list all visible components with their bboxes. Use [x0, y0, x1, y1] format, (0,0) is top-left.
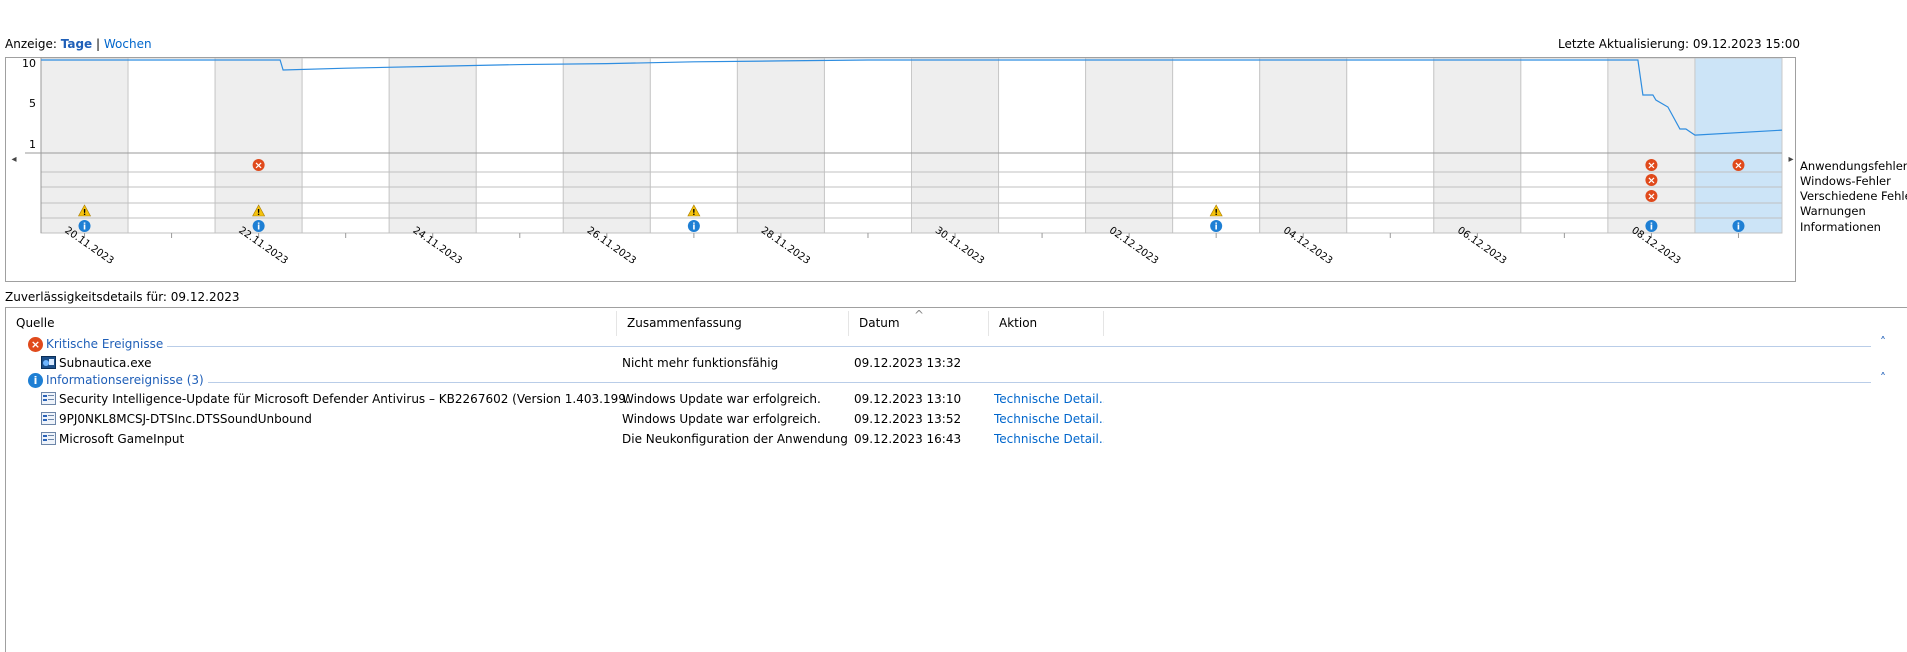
info-icon-glyph: i	[1737, 223, 1740, 233]
view-label: Anzeige:	[5, 37, 57, 51]
day-column[interactable]	[1607, 58, 1696, 234]
details-title: Zuverlässigkeitsdetails für: 09.12.2023	[5, 290, 240, 304]
column-header-source[interactable]: Quelle	[6, 311, 617, 336]
cell-source: Subnautica.exe	[59, 356, 152, 370]
warning-icon-glyph: !	[83, 208, 87, 217]
group-divider	[207, 382, 1871, 383]
critical-icon: ×	[28, 337, 43, 352]
y-tick-label: 10	[22, 58, 36, 70]
info-icon: i	[28, 373, 43, 388]
view-toggle: Anzeige: Tage | Wochen	[5, 37, 152, 51]
collapse-chevron-icon[interactable]: ˄	[1880, 335, 1886, 349]
group-divider	[167, 346, 1871, 347]
day-column[interactable]	[823, 58, 913, 234]
view-days-link[interactable]: Tage	[61, 37, 92, 51]
cell-date: 09.12.2023 16:43	[854, 432, 962, 446]
day-column[interactable]	[998, 58, 1087, 234]
info-icon-glyph: i	[1215, 223, 1218, 233]
app-icon	[41, 356, 56, 369]
error-icon-glyph: ×	[1647, 192, 1655, 203]
y-tick-label: 1	[29, 138, 36, 151]
day-column[interactable]	[301, 58, 390, 234]
details-table: Quelle Zusammenfassung Datum ^ Aktion × Kr…	[5, 307, 1907, 652]
sort-ascending-icon: ^	[914, 308, 925, 322]
warning-icon-glyph: !	[257, 208, 261, 217]
row-label-info: Informationen	[1800, 220, 1881, 234]
group-title: Informationsereignisse (3)	[46, 373, 204, 387]
last-update-text: Letzte Aktualisierung: 09.12.2023 15:00	[1558, 37, 1800, 51]
day-column[interactable]	[127, 58, 216, 234]
day-column[interactable]	[1259, 58, 1348, 234]
cell-date: 09.12.2023 13:10	[854, 392, 962, 406]
day-column[interactable]	[736, 58, 825, 234]
y-tick-label: 5	[29, 97, 36, 110]
update-icon	[41, 432, 56, 445]
view-separator: |	[96, 37, 101, 51]
day-column[interactable]	[1346, 58, 1435, 234]
table-row[interactable]: Subnautica.exe Nicht mehr funktionsfähig 0…	[6, 353, 1901, 373]
cell-source: Microsoft GameInput	[59, 432, 185, 446]
day-column[interactable]	[1520, 58, 1609, 234]
error-icon-glyph: ×	[1734, 161, 1742, 172]
cell-action[interactable]: Technische Detail...	[994, 392, 1104, 406]
cell-summary: Windows Update war erfolgreich.	[622, 412, 821, 426]
column-header-date-label: Datum	[859, 316, 900, 330]
row-label-warnings: Warnungen	[1800, 204, 1866, 218]
info-icon-glyph: i	[1650, 223, 1653, 233]
day-column[interactable]	[1085, 58, 1174, 234]
reliability-chart: 10 5 1 × × × × ×!!!! i i i i i i 20.11.2023 22.11.2023 2…	[5, 57, 1796, 282]
row-label-misc-errors: Verschiedene Fehler	[1800, 189, 1907, 203]
scroll-right-button[interactable]: ▸	[1788, 154, 1793, 165]
column-header-date[interactable]: Datum ^	[849, 308, 989, 336]
info-icon-glyph: i	[83, 223, 86, 233]
update-icon	[41, 392, 56, 405]
error-icon-glyph: ×	[1647, 176, 1655, 187]
table-row[interactable]: Security Intelligence-Update für Microso…	[6, 389, 1901, 409]
day-column[interactable]	[562, 58, 651, 234]
reliability-chart-svg[interactable]: 1051× × ×××!!! !i i i i i i20.11.2023 22.11.2023 2…	[6, 58, 1797, 283]
error-icon-glyph: ×	[254, 161, 262, 172]
day-column[interactable]	[1694, 58, 1783, 234]
error-icon-glyph: ×	[1647, 161, 1655, 172]
info-icon-glyph: i	[692, 223, 695, 233]
table-row[interactable]: 9PJ0NKL8MCSJ-DTSInc.DTSSoundUnbound Windo…	[6, 409, 1901, 429]
day-column[interactable]	[475, 58, 564, 234]
row-label-app-errors: Anwendungsfehler	[1800, 159, 1907, 173]
row-label-windows-errors: Windows-Fehler	[1800, 174, 1891, 188]
cell-action[interactable]: Technische Detail...	[994, 432, 1104, 446]
cell-date: 09.12.2023 13:52	[854, 412, 962, 426]
group-title: Kritische Ereignisse	[46, 337, 164, 351]
cell-summary: Nicht mehr funktionsfähig	[622, 356, 779, 370]
warning-icon-glyph: !	[1214, 208, 1218, 217]
column-header-summary[interactable]: Zusammenfassung	[617, 311, 849, 336]
cell-summary: Die Neukonfiguration der Anwendung ...	[622, 432, 847, 446]
day-column[interactable]	[388, 58, 477, 234]
cell-date: 09.12.2023 13:32	[854, 356, 962, 370]
update-icon	[41, 412, 56, 425]
cell-action[interactable]: Technische Detail...	[994, 412, 1104, 426]
cell-source: Security Intelligence-Update für Microso…	[59, 392, 629, 406]
scroll-left-button[interactable]: ◂	[11, 154, 16, 165]
day-column[interactable]	[1433, 58, 1522, 234]
view-weeks-link[interactable]: Wochen	[104, 37, 152, 51]
group-header[interactable]: i Informationsereignisse (3) ˄	[6, 371, 1901, 391]
info-icon-glyph: i	[257, 223, 260, 233]
table-row[interactable]: Microsoft GameInput Die Neukonfiguration …	[6, 429, 1901, 449]
cell-source: 9PJ0NKL8MCSJ-DTSInc.DTSSoundUnbound	[59, 412, 312, 426]
day-column[interactable]	[911, 58, 1000, 234]
cell-summary: Windows Update war erfolgreich.	[622, 392, 821, 406]
collapse-chevron-icon[interactable]: ˄	[1880, 371, 1886, 385]
group-header[interactable]: × Kritische Ereignisse ˄	[6, 335, 1901, 355]
warning-icon-glyph: !	[692, 208, 696, 217]
column-header-action[interactable]: Aktion	[989, 311, 1104, 336]
